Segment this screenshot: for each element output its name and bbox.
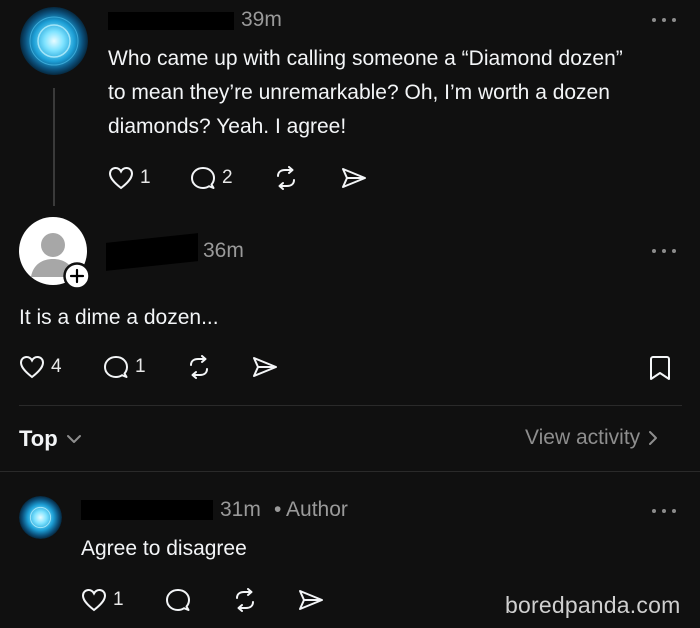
post-like-button[interactable]: 1 <box>108 166 151 190</box>
send-icon <box>253 357 277 377</box>
bookmark-icon <box>650 356 670 380</box>
reply2-more-icon[interactable] <box>652 507 676 515</box>
post-author-avatar[interactable] <box>20 7 88 75</box>
heart-icon <box>81 588 107 612</box>
comment-icon <box>104 356 128 378</box>
redacted-username <box>106 233 198 271</box>
reply1-repost-button[interactable] <box>186 355 212 379</box>
post-more-icon[interactable] <box>652 16 676 24</box>
reply2-reply-button[interactable] <box>165 588 191 612</box>
reply2-text: Agree to disagree <box>81 537 247 560</box>
repost-icon <box>190 355 208 379</box>
reply1-like-button[interactable]: 4 <box>19 355 62 379</box>
post-reply-count: 2 <box>222 167 233 188</box>
post-text-line-1: Who came up with calling someone a “Diam… <box>108 47 623 70</box>
redacted-username <box>108 12 234 30</box>
reply1-like-count: 4 <box>51 356 62 377</box>
post-repost-button[interactable] <box>273 166 299 190</box>
post-like-count: 1 <box>140 167 151 188</box>
view-activity-label: View activity <box>525 426 641 449</box>
divider <box>19 405 682 406</box>
reply1-more-icon[interactable] <box>652 247 676 255</box>
reply2-like-count: 1 <box>113 589 124 610</box>
reply1-reply-count: 1 <box>135 356 146 377</box>
follow-plus-button[interactable] <box>63 262 91 290</box>
post-reply-button[interactable]: 2 <box>190 166 233 190</box>
sort-dropdown[interactable]: Top <box>19 426 82 452</box>
view-activity-link[interactable]: View activity <box>525 426 658 450</box>
reply1-timestamp: 36m <box>203 239 244 262</box>
post-text-line-2: to mean they’re unremarkable? Oh, I’m wo… <box>108 81 610 104</box>
plus-icon <box>63 262 91 290</box>
reply2-avatar[interactable] <box>19 496 62 539</box>
chevron-down-icon <box>66 435 81 443</box>
divider <box>0 471 700 472</box>
reply1-bookmark-button[interactable] <box>649 355 671 381</box>
comment-icon <box>166 589 190 611</box>
send-icon <box>342 168 366 188</box>
reply1-reply-button[interactable]: 1 <box>103 355 146 379</box>
post-timestamp: 39m <box>241 8 282 31</box>
orb-avatar-icon <box>20 7 88 75</box>
reply1-text: It is a dime a dozen... <box>19 306 219 329</box>
heart-icon <box>19 355 45 379</box>
sort-label: Top <box>19 426 58 451</box>
thread-line <box>53 88 55 206</box>
author-tag: • Author <box>274 498 348 521</box>
post-share-button[interactable] <box>340 166 368 190</box>
redacted-username <box>81 500 213 520</box>
post-text-line-3: diamonds? Yeah. I agree! <box>108 115 347 138</box>
repost-icon <box>236 588 254 612</box>
reply2-repost-button[interactable] <box>232 588 258 612</box>
repost-icon <box>277 166 295 190</box>
watermark: boredpanda.com <box>505 592 681 618</box>
reply2-like-button[interactable]: 1 <box>81 588 124 612</box>
reply2-timestamp: 31m <box>220 498 261 521</box>
reply1-share-button[interactable] <box>251 355 279 379</box>
heart-icon <box>108 166 134 190</box>
reply2-share-button[interactable] <box>297 588 325 612</box>
orb-avatar-icon <box>19 496 62 539</box>
send-icon <box>299 590 323 610</box>
chevron-right-icon <box>649 431 658 445</box>
comment-icon <box>191 167 215 189</box>
